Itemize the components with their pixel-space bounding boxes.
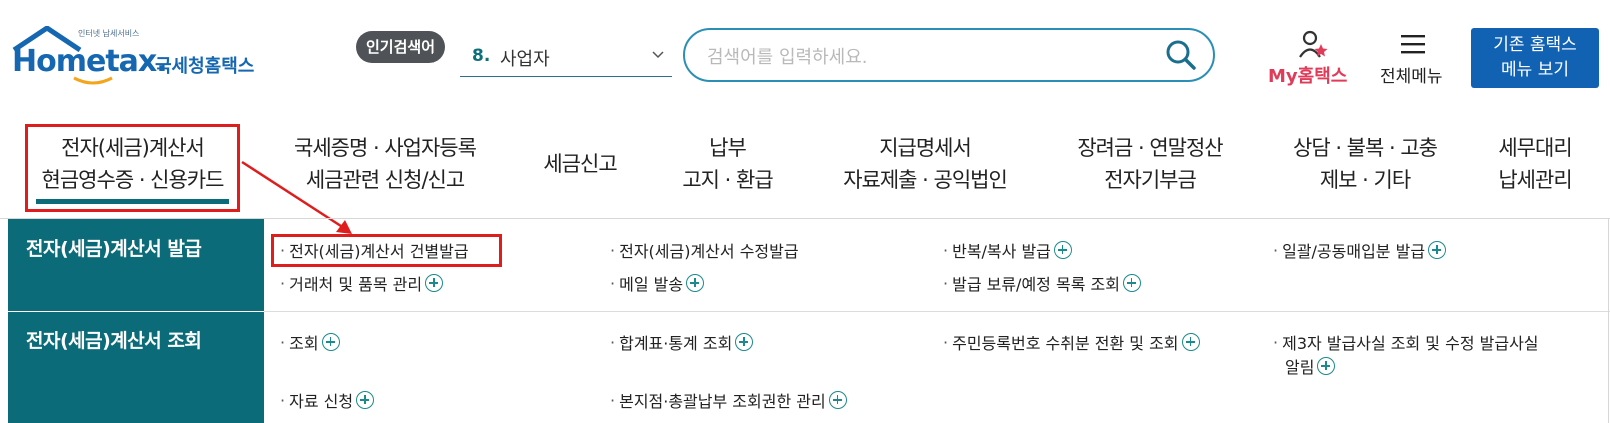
logo-korean: 국세청홈택스 bbox=[155, 56, 255, 77]
menu-item-branch-permission[interactable]: · 본지점·총괄납부 조회권한 관리 bbox=[610, 388, 847, 412]
menu-item-modify-issue[interactable]: · 전자(세금)계산서 수정발급 bbox=[610, 238, 799, 262]
old-hometax-menu-button[interactable]: 기존 홈택스 메뉴 보기 bbox=[1471, 28, 1599, 88]
nav-active-underline bbox=[36, 199, 229, 204]
nav-tax-report[interactable]: 세금신고 bbox=[525, 148, 635, 180]
submenu-section-inquiry[interactable]: 전자(세금)계산서 조회 bbox=[8, 312, 264, 423]
menu-item-summary-stats[interactable]: · 합계표·통계 조회 bbox=[610, 330, 754, 354]
plus-circle-icon[interactable] bbox=[1122, 274, 1141, 292]
chevron-down-icon[interactable] bbox=[652, 48, 664, 60]
nav-payment[interactable]: 납부 고지 · 환급 bbox=[665, 132, 790, 196]
plus-circle-icon[interactable] bbox=[1053, 241, 1072, 259]
plus-circle-icon[interactable] bbox=[356, 391, 375, 409]
plus-circle-icon[interactable] bbox=[1181, 333, 1200, 351]
menu-item-repeat-copy-issue[interactable]: · 반복/복사 발급 bbox=[943, 238, 1072, 262]
old-menu-line1: 기존 홈택스 bbox=[1493, 35, 1577, 55]
all-menu-link[interactable]: 전체메뉴 bbox=[1380, 62, 1443, 87]
plus-circle-icon[interactable] bbox=[425, 274, 444, 292]
plus-circle-icon[interactable] bbox=[686, 274, 705, 292]
plus-circle-icon[interactable] bbox=[1428, 241, 1447, 259]
search-icon[interactable] bbox=[1164, 38, 1198, 72]
nav-payment-statement[interactable]: 지급명세서 자료제출 · 공익법인 bbox=[825, 132, 1025, 196]
popular-search-badge: 인기검색어 bbox=[356, 31, 446, 63]
menu-item-third-party-inquiry[interactable]: · 제3자 발급사실 조회 및 수정 발급사실 bbox=[1273, 330, 1539, 354]
badge-tail bbox=[433, 53, 441, 63]
plus-circle-icon[interactable] bbox=[321, 333, 340, 351]
plus-circle-icon[interactable] bbox=[1317, 357, 1336, 375]
plus-circle-icon[interactable] bbox=[828, 391, 847, 409]
menu-item-mail-send[interactable]: · 메일 발송 bbox=[610, 271, 705, 295]
menu-item-highlight bbox=[271, 234, 502, 267]
old-menu-line2: 메뉴 보기 bbox=[1501, 60, 1569, 80]
plus-circle-icon[interactable] bbox=[735, 333, 754, 351]
submenu-divider bbox=[264, 311, 1610, 312]
user-icon[interactable] bbox=[1299, 30, 1329, 60]
menu-item-third-party-notice[interactable]: 알림 bbox=[1285, 354, 1336, 378]
popular-keyword[interactable]: 사업자 bbox=[500, 45, 550, 71]
my-hometax-link[interactable]: My홈택스 bbox=[1268, 62, 1347, 88]
nav-consultation[interactable]: 상담 · 불복 · 고충 제보 · 기타 bbox=[1275, 132, 1455, 196]
submenu-right-border bbox=[1608, 218, 1609, 423]
logo-swoosh-icon bbox=[73, 76, 113, 85]
menu-item-bulk-issue[interactable]: · 일괄/공동매입분 발급 bbox=[1273, 238, 1447, 262]
submenu-section-issue[interactable]: 전자(세금)계산서 발급 bbox=[8, 219, 264, 311]
menu-item-pending-list[interactable]: · 발급 보류/예정 목록 조회 bbox=[943, 271, 1141, 295]
menu-item-inquiry[interactable]: · 조회 bbox=[280, 330, 340, 354]
nav-incentive[interactable]: 장려금 · 연말정산 전자기부금 bbox=[1060, 132, 1240, 196]
hamburger-menu-icon[interactable] bbox=[1398, 32, 1428, 56]
popular-keyword-rank: 8. bbox=[472, 46, 491, 66]
menu-item-resident-number-conversion[interactable]: · 주민등록번호 수취분 전환 및 조회 bbox=[943, 330, 1200, 354]
menu-item-data-request[interactable]: · 자료 신청 bbox=[280, 388, 375, 412]
search-input[interactable] bbox=[705, 42, 1139, 72]
menu-item-partner-management[interactable]: · 거래처 및 품목 관리 bbox=[280, 271, 444, 295]
nav-tax-agent[interactable]: 세무대리 납세관리 bbox=[1480, 132, 1590, 196]
popular-keyword-select[interactable] bbox=[460, 38, 672, 77]
logo-subtitle: 인터넷 납세서비스 bbox=[78, 29, 140, 38]
logo-wordmark: Hometax. bbox=[12, 44, 168, 79]
